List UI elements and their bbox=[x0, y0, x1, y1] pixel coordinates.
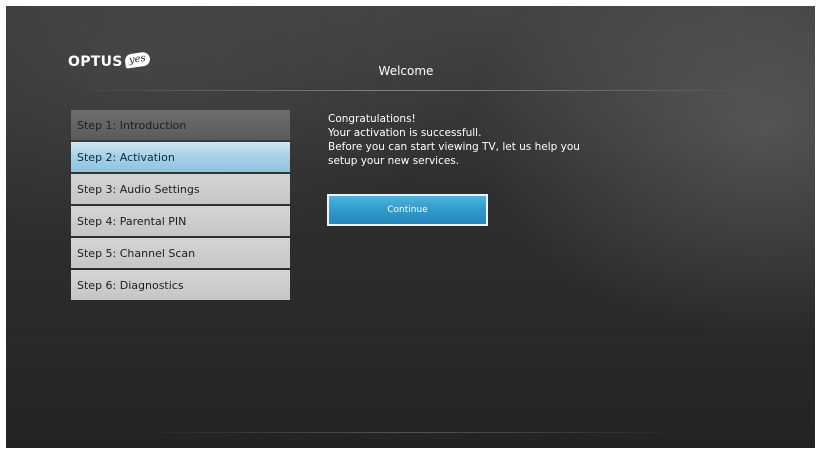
step-diagnostics[interactable]: Step 6: Diagnostics bbox=[71, 270, 290, 300]
page-title: Welcome bbox=[378, 64, 434, 78]
activation-message: Congratulations! Your activation is succ… bbox=[328, 112, 580, 168]
brand-name: OPTUS bbox=[68, 54, 123, 70]
setup-steps-list: Step 1: Introduction Step 2: Activation … bbox=[71, 110, 290, 302]
message-line-2: Your activation is successfull. bbox=[328, 127, 482, 139]
optus-yes-logo: OPTUS yes bbox=[68, 51, 151, 70]
step-channel-scan[interactable]: Step 5: Channel Scan bbox=[71, 238, 290, 268]
step-introduction[interactable]: Step 1: Introduction bbox=[71, 110, 290, 140]
message-line-3: Before you can start viewing TV, let us … bbox=[328, 141, 580, 153]
continue-button[interactable]: Continue bbox=[327, 194, 488, 226]
step-parental-pin[interactable]: Step 4: Parental PIN bbox=[71, 206, 290, 236]
step-audio-settings[interactable]: Step 3: Audio Settings bbox=[71, 174, 290, 204]
step-activation[interactable]: Step 2: Activation bbox=[71, 142, 290, 172]
message-line-4: setup your new services. bbox=[328, 155, 460, 167]
tv-setup-screen: OPTUS yes Welcome Step 1: Introduction S… bbox=[6, 6, 815, 448]
brand-badge: yes bbox=[123, 51, 151, 69]
footer-divider bbox=[126, 432, 696, 433]
message-line-1: Congratulations! bbox=[328, 113, 416, 125]
header-divider bbox=[66, 90, 756, 91]
